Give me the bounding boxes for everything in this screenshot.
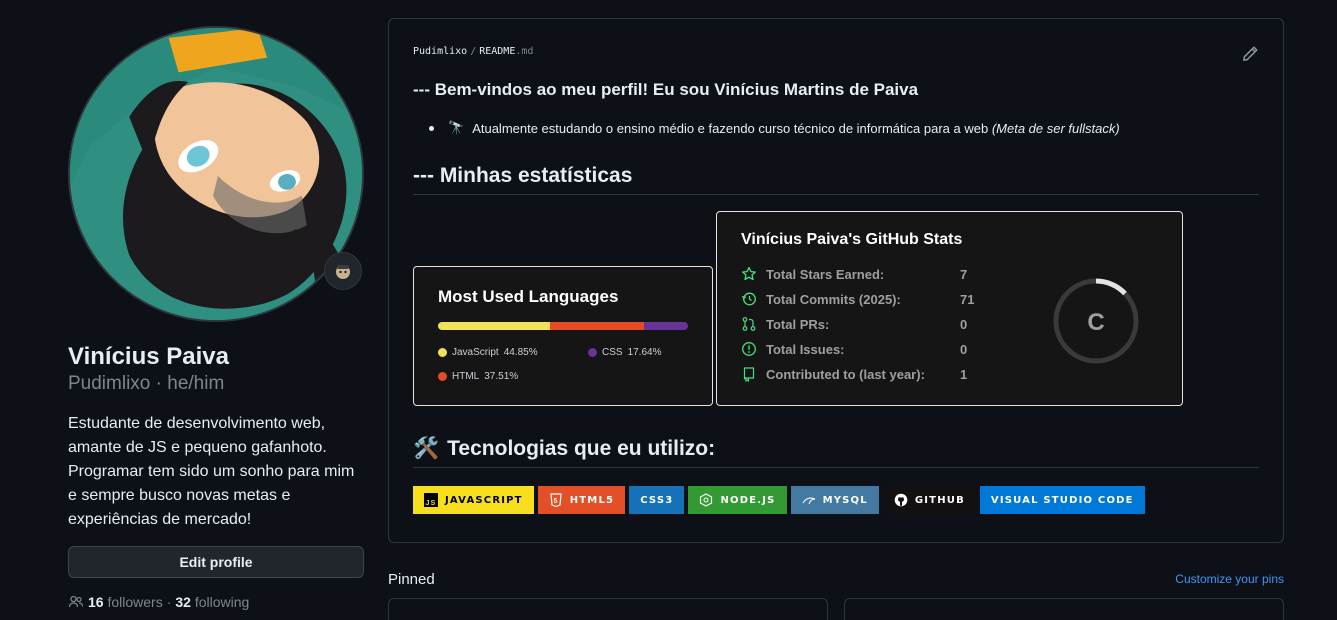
badge-html5[interactable]: 5 HTML5 [537, 486, 626, 514]
profile-bio: Estudante de desenvolvimento web, amante… [68, 414, 355, 528]
language-bar-segment-html [550, 322, 644, 330]
js-icon: JS [424, 493, 438, 507]
stat-value: 0 [960, 341, 968, 357]
html5-icon: 5 [550, 493, 562, 507]
github-stats-card[interactable]: Vinícius Paiva's GitHub Stats Total Star… [716, 211, 1183, 406]
svg-text:5: 5 [553, 498, 558, 505]
repo-icon [743, 367, 755, 382]
set-status-button[interactable] [324, 252, 362, 290]
language-bar-segment-css [643, 322, 688, 330]
html-swatch [438, 372, 447, 381]
stat-value: 1 [960, 366, 968, 382]
issue-icon [742, 342, 756, 356]
profile-login: Pudimlixo · he/him [68, 373, 225, 394]
badge-github[interactable]: GITHUB [882, 486, 976, 514]
pinned-repo-card[interactable] [388, 598, 828, 620]
breadcrumb-slash: / [470, 46, 477, 57]
language-name: JavaScript [452, 347, 499, 358]
language-name: CSS [602, 347, 623, 358]
readme-file-ext: .md [515, 46, 534, 57]
followers-link[interactable]: 16 followers [88, 594, 163, 610]
tools-icon: 🛠️ [413, 437, 440, 460]
most-used-languages-card[interactable]: Most Used Languages JavaScript 44.85% CS… [413, 266, 713, 406]
customize-pins-link[interactable]: Customize your pins [1175, 572, 1284, 586]
history-icon [741, 292, 756, 306]
language-item-javascript: JavaScript 44.85% [438, 347, 538, 358]
tech-badges: JS JAVASCRIPT 5 HTML5 CSS3 NODE.JS MYSQL… [413, 486, 1145, 514]
javascript-swatch [438, 348, 447, 357]
avatar[interactable] [68, 26, 364, 322]
languages-card-title: Most Used Languages [438, 287, 619, 306]
readme-welcome-heading: --- Bem-vindos ao meu perfil! Eu sou Vin… [413, 80, 919, 99]
mysql-icon [802, 497, 815, 505]
stats-heading: --- Minhas estatísticas [413, 164, 1259, 195]
stat-row-prs: Total PRs: 0 [741, 316, 967, 332]
css-swatch [588, 348, 597, 357]
language-item-html: HTML 37.51% [438, 371, 518, 382]
readme-breadcrumb: Pudimlixo / README.md [413, 46, 533, 57]
readme-bullet: 🔭 Atualmente estudando o ensino médio e … [429, 120, 1120, 136]
people-icon [68, 595, 84, 607]
bullet-dot [429, 125, 434, 131]
languages-progress-bar [438, 322, 688, 330]
badge-visual-studio-code[interactable]: VISUAL STUDIO CODE [979, 486, 1145, 514]
stat-value: 7 [960, 266, 968, 282]
svg-text:JS: JS [426, 500, 437, 507]
profile-name: Vinícius Paiva [68, 343, 229, 370]
bullet-italic: (Meta de ser fullstack) [991, 120, 1120, 136]
language-bar-segment-javascript [438, 322, 551, 330]
stat-row-issues: Total Issues: 0 [741, 341, 967, 357]
tech-heading-text: Tecnologias que eu utilizo: [447, 437, 716, 460]
avatar-wrap [68, 26, 364, 322]
edit-readme-pencil-icon[interactable] [1241, 45, 1259, 63]
stat-value: 0 [960, 316, 968, 332]
language-name: HTML [452, 371, 480, 382]
edit-profile-button[interactable]: Edit profile [68, 545, 364, 578]
profile-readme: Pudimlixo / README.md --- Bem-vindos ao me… [388, 18, 1284, 543]
status-emoji-icon [336, 265, 350, 279]
stat-value: 71 [960, 291, 975, 307]
language-percent: 17.64% [627, 347, 662, 358]
language-percent: 37.51% [484, 371, 519, 382]
badge-javascript[interactable]: JS JAVASCRIPT [413, 486, 534, 514]
language-item-css: CSS 17.64% [588, 347, 661, 358]
rank-ring: C [1053, 278, 1139, 364]
readme-owner-link[interactable]: Pudimlixo [413, 46, 467, 57]
telescope-icon: 🔭 [448, 120, 465, 135]
nodejs-icon [700, 493, 713, 507]
stats-card-title: Vinícius Paiva's GitHub Stats [741, 231, 963, 248]
follow-stats: 16 followers · 32 following [68, 594, 364, 610]
follow-separator: · [166, 593, 172, 610]
pinned-repo-card[interactable] [844, 598, 1284, 620]
pull-request-icon [742, 317, 756, 331]
github-icon [894, 493, 908, 507]
star-icon [742, 266, 756, 281]
profile-sidebar: Vinícius Paiva Pudimlixo · he/him Estuda… [68, 26, 364, 610]
pinned-heading: Pinned [388, 571, 435, 588]
badge-css3[interactable]: CSS3 [629, 486, 685, 514]
stat-row-stars: Total Stars Earned: 7 [741, 266, 967, 282]
stat-row-contributed: Contributed to (last year): 1 [741, 366, 967, 382]
rank-letter: C [1087, 309, 1104, 336]
badge-nodejs[interactable]: NODE.JS [688, 486, 787, 514]
badge-mysql[interactable]: MYSQL [790, 486, 879, 514]
language-percent: 44.85% [503, 347, 538, 358]
bullet-text: Atualmente estudando o ensino médio e fa… [472, 120, 989, 136]
readme-file-name: README [479, 46, 516, 57]
avatar-illustration-icon [70, 28, 362, 320]
tech-heading: 🛠️ Tecnologias que eu utilizo: [413, 437, 1259, 468]
stat-row-commits: Total Commits (2025): 71 [741, 291, 974, 307]
following-link[interactable]: 32 following [175, 594, 249, 610]
